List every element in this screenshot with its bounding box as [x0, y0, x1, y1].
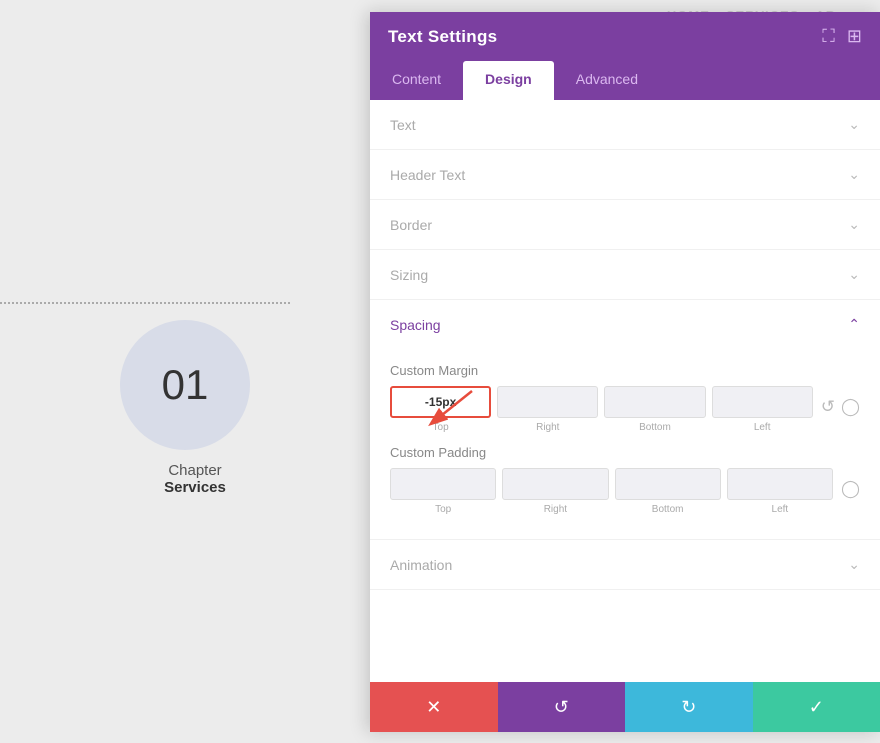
margin-top-field: Top	[390, 386, 491, 433]
section-spacing-label: Spacing	[390, 317, 441, 333]
margin-left-input[interactable]	[712, 386, 813, 418]
chapter-text-label: Chapter	[150, 462, 240, 479]
padding-bottom-input[interactable]	[615, 468, 721, 500]
margin-right-label: Right	[536, 422, 559, 433]
margin-controls: ↺ ◯	[821, 397, 860, 433]
section-text-label: Text	[390, 117, 416, 133]
section-animation-label: Animation	[390, 557, 452, 573]
padding-top-label: Top	[435, 504, 451, 515]
padding-right-label: Right	[544, 504, 567, 515]
padding-bottom-label: Bottom	[652, 504, 684, 515]
custom-padding-group: Custom Padding Top Right Bot	[390, 445, 860, 515]
section-spacing-header[interactable]: Spacing ⌃	[370, 300, 880, 349]
custom-margin-inputs-row: Top Right Bottom Left	[390, 386, 860, 433]
margin-left-field: Left	[712, 386, 813, 433]
section-text[interactable]: Text ⌄	[370, 100, 880, 150]
chapter-circle: 01	[120, 320, 250, 450]
padding-left-field: Left	[727, 468, 833, 515]
section-animation-chevron: ⌄	[848, 556, 860, 573]
settings-panel: Text Settings ⛶ ⊞ Content Design Advance…	[370, 12, 880, 732]
panel-header: Text Settings ⛶ ⊞	[370, 12, 880, 61]
chapter-number: 01	[162, 361, 209, 409]
panel-header-icons: ⛶ ⊞	[822, 26, 862, 47]
padding-right-input[interactable]	[502, 468, 608, 500]
custom-margin-fields: Top Right Bottom Left	[390, 386, 813, 433]
tab-design[interactable]: Design	[463, 61, 554, 100]
expand-icon[interactable]: ⛶	[822, 26, 835, 47]
padding-top-input[interactable]	[390, 468, 496, 500]
section-border[interactable]: Border ⌄	[370, 200, 880, 250]
custom-padding-title: Custom Padding	[390, 445, 860, 460]
panel-body: Text ⌄ Header Text ⌄ Border ⌄ Sizing ⌄ S…	[370, 100, 880, 682]
section-spacing-chevron: ⌃	[848, 316, 860, 333]
section-header-text[interactable]: Header Text ⌄	[370, 150, 880, 200]
margin-top-input[interactable]	[390, 386, 491, 418]
tab-content[interactable]: Content	[370, 61, 463, 100]
padding-right-field: Right	[502, 468, 608, 515]
undo-button[interactable]: ↺	[498, 682, 626, 732]
custom-padding-fields: Top Right Bottom Left	[390, 468, 833, 515]
panel-footer: ✕ ↺ ↻ ✓	[370, 682, 880, 732]
padding-device-icon[interactable]: ◯	[841, 479, 860, 499]
redo-button[interactable]: ↻	[625, 682, 753, 732]
margin-bottom-input[interactable]	[604, 386, 705, 418]
custom-margin-title: Custom Margin	[390, 363, 860, 378]
padding-controls: ◯	[841, 479, 860, 515]
padding-top-field: Top	[390, 468, 496, 515]
panel-title: Text Settings	[388, 27, 497, 47]
custom-padding-inputs-row: Top Right Bottom Left	[390, 468, 860, 515]
chapter-bold-label: Services	[150, 479, 240, 496]
section-animation[interactable]: Animation ⌄	[370, 540, 880, 590]
section-header-text-label: Header Text	[390, 167, 465, 183]
padding-left-label: Left	[772, 504, 789, 515]
save-button[interactable]: ✓	[753, 682, 880, 732]
margin-device-icon[interactable]: ◯	[841, 397, 860, 417]
panel-tabs: Content Design Advanced	[370, 61, 880, 100]
margin-reset-icon[interactable]: ↺	[821, 397, 835, 417]
margin-bottom-label: Bottom	[639, 422, 671, 433]
margin-right-input[interactable]	[497, 386, 598, 418]
tab-advanced[interactable]: Advanced	[554, 61, 660, 100]
margin-right-field: Right	[497, 386, 598, 433]
section-border-label: Border	[390, 217, 432, 233]
custom-margin-group: Custom Margin Top Right Bott	[390, 363, 860, 431]
padding-bottom-field: Bottom	[615, 468, 721, 515]
margin-bottom-field: Bottom	[604, 386, 705, 433]
section-sizing-label: Sizing	[390, 267, 428, 283]
dotted-divider	[0, 302, 290, 304]
section-border-chevron: ⌄	[848, 216, 860, 233]
section-header-text-chevron: ⌄	[848, 166, 860, 183]
padding-left-input[interactable]	[727, 468, 833, 500]
cancel-button[interactable]: ✕	[370, 682, 498, 732]
section-text-chevron: ⌄	[848, 116, 860, 133]
margin-top-label: Top	[433, 422, 449, 433]
section-sizing-chevron: ⌄	[848, 266, 860, 283]
section-sizing[interactable]: Sizing ⌄	[370, 250, 880, 300]
grid-icon[interactable]: ⊞	[847, 26, 862, 47]
margin-left-label: Left	[754, 422, 771, 433]
spacing-section: Custom Margin Top Right Bott	[370, 349, 880, 540]
chapter-label: Chapter Services	[150, 462, 240, 496]
